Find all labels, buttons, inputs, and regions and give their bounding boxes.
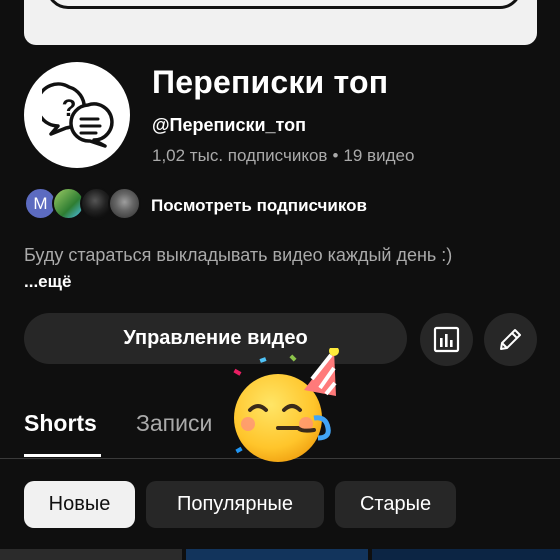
active-tab-indicator: [24, 454, 101, 457]
channel-handle: @Переписки_топ: [152, 115, 306, 135]
view-subscribers-link[interactable]: Посмотреть подписчиков: [151, 196, 367, 216]
edit-channel-button[interactable]: [484, 313, 537, 366]
shorts-grid: [0, 549, 560, 560]
short-thumbnail[interactable]: [0, 549, 182, 560]
subscriber-avatar: [108, 187, 141, 220]
filter-chip-old[interactable]: Старые: [335, 481, 456, 528]
bar-chart-icon: [433, 326, 460, 353]
channel-stats: 1,02 тыс. подписчиков • 19 видео: [152, 146, 414, 166]
channel-avatar[interactable]: ?: [24, 62, 130, 168]
tab-shorts[interactable]: Shorts: [24, 410, 97, 437]
manage-videos-button[interactable]: Управление видео: [24, 313, 407, 364]
channel-description[interactable]: Буду стараться выкладывать видео каждый …: [24, 245, 452, 266]
pencil-icon: [500, 329, 521, 350]
analytics-button[interactable]: [420, 313, 473, 366]
tab-posts[interactable]: Записи: [136, 410, 212, 437]
filter-chip-new[interactable]: Новые: [24, 481, 135, 528]
video-count: 19 видео: [343, 146, 415, 165]
filter-chip-popular[interactable]: Популярные: [146, 481, 324, 528]
chat-bubbles-icon: ?: [42, 82, 114, 148]
party-face-emoji-icon: [233, 348, 339, 462]
short-thumbnail[interactable]: [186, 549, 368, 560]
channel-banner: [24, 0, 537, 45]
channel-name: Переписки топ: [152, 64, 389, 100]
banner-frame: [46, 0, 522, 9]
more-link[interactable]: ...ещё: [24, 272, 71, 292]
subscriber-count: 1,02 тыс. подписчиков: [152, 146, 328, 165]
meta-separator: •: [332, 146, 339, 165]
short-thumbnail[interactable]: [372, 549, 560, 560]
